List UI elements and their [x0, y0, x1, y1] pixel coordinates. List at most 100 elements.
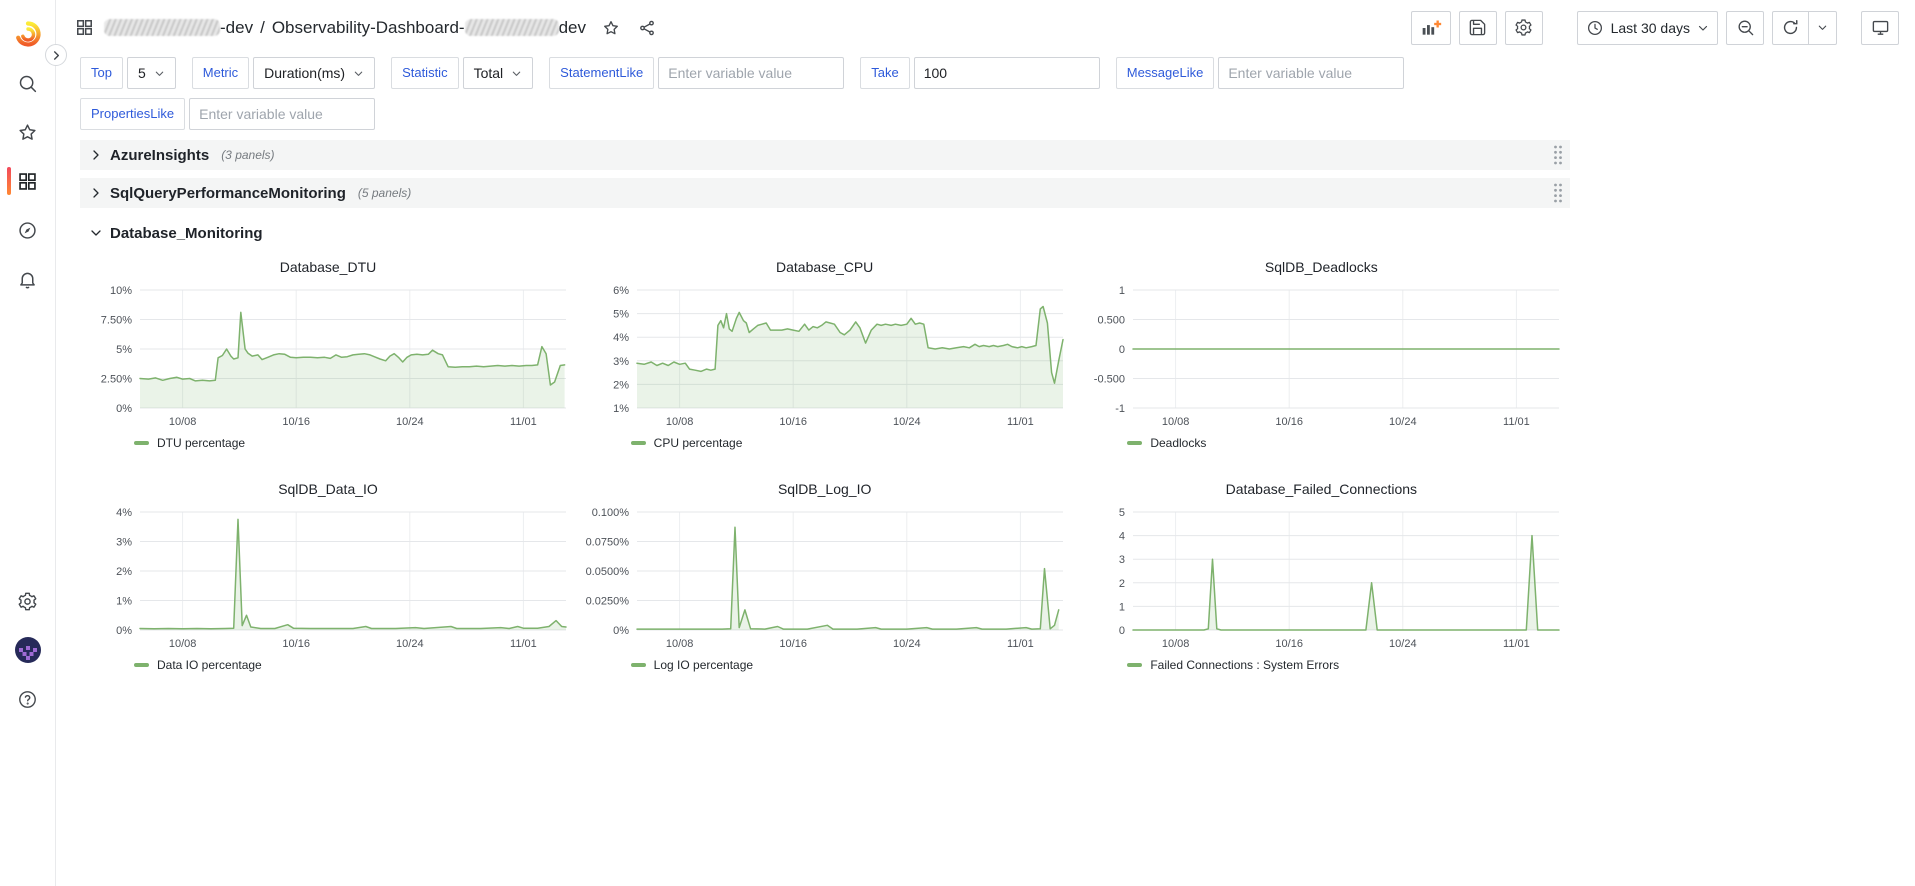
svg-text:10/16: 10/16	[282, 416, 310, 428]
svg-text:0.0750%: 0.0750%	[585, 537, 629, 549]
svg-text:10/08: 10/08	[169, 638, 197, 650]
breadcrumb-separator: /	[260, 18, 265, 38]
sidebar-item-starred[interactable]	[0, 112, 56, 152]
add-panel-button[interactable]	[1411, 11, 1451, 45]
statementlike-input[interactable]	[658, 57, 844, 89]
avatar	[15, 637, 41, 663]
panel-title[interactable]: Database_Failed_Connections	[1073, 476, 1569, 502]
series-color-dash	[134, 441, 149, 445]
redacted-text	[465, 19, 559, 36]
star-dashboard-icon[interactable]	[602, 19, 620, 37]
zoom-out-time-button[interactable]	[1726, 11, 1764, 45]
svg-text:3%: 3%	[613, 356, 629, 368]
svg-text:10/08: 10/08	[169, 416, 197, 428]
svg-text:10/24: 10/24	[1389, 638, 1417, 650]
active-indicator	[7, 167, 11, 195]
legend-item[interactable]: DTU percentage	[110, 436, 576, 450]
variable-messagelike: MessageLike	[1116, 57, 1405, 89]
save-dashboard-button[interactable]	[1459, 11, 1497, 45]
panel-title[interactable]: SqlDB_Deadlocks	[1073, 254, 1569, 280]
svg-text:-0.500: -0.500	[1094, 374, 1125, 386]
zoom-out-icon	[1736, 18, 1755, 37]
panel-title[interactable]: Database_CPU	[577, 254, 1073, 280]
row-azureinsights[interactable]: AzureInsights (3 panels)	[80, 140, 1570, 170]
sidebar-item-help[interactable]	[0, 679, 56, 719]
save-icon	[1468, 18, 1487, 37]
legend-label: Data IO percentage	[157, 658, 262, 672]
bell-icon	[17, 269, 38, 290]
template-variables: Top 5 Metric Duration(ms) Statistic Tota…	[56, 55, 1538, 140]
svg-text:-1: -1	[1116, 403, 1126, 415]
row-panel-count: (5 panels)	[358, 186, 411, 200]
svg-text:10/24: 10/24	[396, 638, 424, 650]
svg-text:4%: 4%	[116, 507, 132, 519]
svg-text:10/08: 10/08	[1162, 416, 1190, 428]
breadcrumb-dashboard-suffix: dev	[559, 18, 586, 38]
svg-text:10/16: 10/16	[1276, 416, 1304, 428]
panel-database-failed-connections: Database_Failed_Connections 10/0810/1610…	[1073, 476, 1569, 672]
dashboard-header: -dev / Observability-Dashboard-dev	[56, 0, 1915, 55]
svg-text:5%: 5%	[116, 344, 132, 356]
sidebar-item-explore[interactable]	[0, 210, 56, 250]
panel-database-dtu: Database_DTU 10/0810/1610/2411/0110%7.50…	[80, 254, 576, 450]
svg-text:11/01: 11/01	[1503, 416, 1530, 428]
svg-text:10/08: 10/08	[665, 416, 693, 428]
variable-label: MessageLike	[1116, 57, 1215, 89]
messagelike-input[interactable]	[1218, 57, 1404, 89]
variable-take: Take	[860, 57, 1099, 89]
refresh-interval-dropdown[interactable]	[1808, 12, 1836, 44]
svg-text:2%: 2%	[613, 379, 629, 391]
legend-item[interactable]: Log IO percentage	[607, 658, 1073, 672]
variable-top-select[interactable]: 5	[127, 57, 176, 89]
share-icon[interactable]	[638, 19, 656, 37]
legend-label: Failed Connections : System Errors	[1150, 658, 1339, 672]
panel-title[interactable]: SqlDB_Data_IO	[80, 476, 576, 502]
legend-item[interactable]: Data IO percentage	[110, 658, 576, 672]
timeseries-chart: 10/0810/1610/2411/010.100%0.0750%0.0500%…	[577, 502, 1073, 654]
sidebar-item-alerting[interactable]	[0, 259, 56, 299]
svg-text:10/16: 10/16	[779, 638, 807, 650]
kiosk-mode-button[interactable]	[1861, 11, 1899, 45]
legend-item[interactable]: CPU percentage	[607, 436, 1073, 450]
sidebar-item-profile[interactable]	[0, 630, 56, 670]
variable-statistic: Statistic Total	[391, 57, 533, 89]
svg-text:0%: 0%	[613, 625, 629, 637]
panel-title[interactable]: Database_DTU	[80, 254, 576, 280]
chevron-right-icon	[90, 187, 102, 199]
compass-icon	[17, 220, 38, 241]
chevron-right-icon	[51, 50, 62, 61]
svg-text:10/24: 10/24	[893, 638, 921, 650]
svg-text:11/01: 11/01	[510, 416, 537, 428]
sidebar-item-settings[interactable]	[0, 581, 56, 621]
sidebar-expand-button[interactable]	[45, 44, 67, 66]
panel-sqldb-data-io: SqlDB_Data_IO 10/0810/1610/2411/014%3%2%…	[80, 476, 576, 672]
refresh-button[interactable]	[1773, 12, 1808, 44]
variable-propertieslike: PropertiesLike	[80, 98, 375, 130]
dashboard-panels-area: AzureInsights (3 panels) SqlQueryPerform…	[80, 140, 1570, 672]
search-icon	[17, 73, 38, 94]
sidebar-bottom	[0, 581, 56, 728]
drag-grip-icon[interactable]	[1550, 181, 1566, 205]
svg-text:0.0500%: 0.0500%	[585, 566, 629, 578]
time-range-picker[interactable]: Last 30 days	[1577, 11, 1718, 45]
variable-statistic-select[interactable]: Total	[463, 57, 534, 89]
variable-top: Top 5	[80, 57, 176, 89]
sidebar-item-search[interactable]	[0, 63, 56, 103]
row-sqlqueryperformancemonitoring[interactable]: SqlQueryPerformanceMonitoring (5 panels)	[80, 178, 1570, 208]
legend-item[interactable]: Failed Connections : System Errors	[1103, 658, 1569, 672]
panel-title[interactable]: SqlDB_Log_IO	[577, 476, 1073, 502]
breadcrumb-folder[interactable]: -dev	[220, 18, 253, 38]
legend-item[interactable]: Deadlocks	[1103, 436, 1569, 450]
sidebar-item-dashboards[interactable]	[0, 161, 56, 201]
propertieslike-input[interactable]	[189, 98, 375, 130]
panel-sqldb-log-io: SqlDB_Log_IO 10/0810/1610/2411/010.100%0…	[577, 476, 1073, 672]
timeseries-chart: 10/0810/1610/2411/01543210	[1073, 502, 1569, 654]
drag-grip-icon[interactable]	[1550, 143, 1566, 167]
dashboard-settings-button[interactable]	[1505, 11, 1543, 45]
variable-metric-select[interactable]: Duration(ms)	[253, 57, 375, 89]
svg-text:2: 2	[1119, 578, 1125, 590]
take-input[interactable]	[914, 57, 1100, 89]
add-panel-icon	[1420, 18, 1442, 38]
row-database-monitoring[interactable]: Database_Monitoring	[80, 218, 1570, 248]
variable-label: Top	[80, 57, 123, 89]
